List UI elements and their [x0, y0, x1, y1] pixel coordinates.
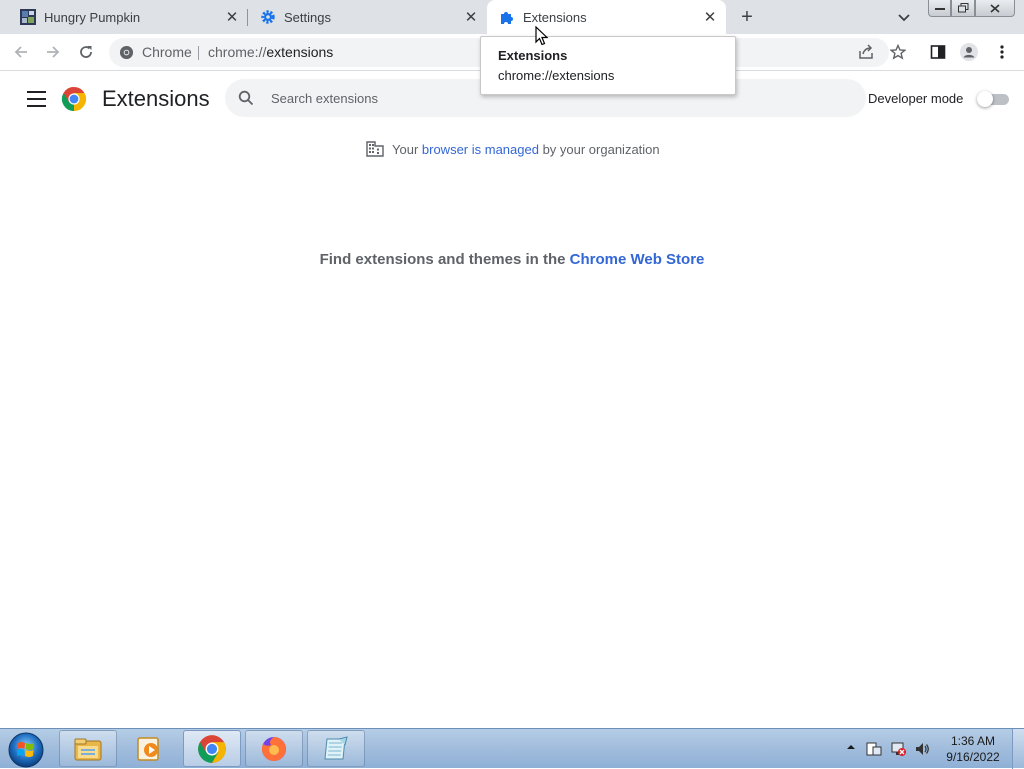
menu-button[interactable]	[993, 43, 1011, 61]
minimize-icon	[934, 8, 945, 10]
managed-suffix: by your organization	[538, 141, 660, 157]
hover-card-title: Extensions	[498, 48, 568, 63]
arrow-right-icon	[47, 46, 60, 58]
file-explorer-icon	[74, 738, 102, 760]
site-label: Chrome	[142, 44, 192, 60]
search-icon	[238, 90, 254, 106]
find-extensions-message: Find extensions and themes in the Chrome…	[0, 251, 1024, 268]
taskbar-media-player[interactable]	[120, 730, 178, 767]
close-icon[interactable]: ✕	[463, 9, 479, 26]
notepad-icon	[324, 735, 348, 759]
arrow-left-icon	[14, 46, 27, 58]
firefox-icon	[261, 736, 286, 761]
hamburger-menu-button[interactable]	[27, 91, 46, 107]
close-icon[interactable]: ✕	[702, 9, 718, 26]
volume-icon[interactable]	[914, 741, 930, 757]
tab-title: Extensions	[523, 10, 587, 25]
share-button[interactable]	[857, 43, 875, 61]
window-controls	[928, 0, 1018, 17]
tab-hungry-pumpkin[interactable]: Hungry Pumpkin ✕	[8, 0, 246, 34]
action-center-icon[interactable]	[866, 741, 882, 757]
start-button[interactable]	[4, 730, 48, 768]
building-icon	[366, 141, 384, 157]
developer-mode-label: Developer mode	[868, 91, 964, 106]
taskbar-notepad[interactable]	[307, 730, 365, 767]
taskbar-chrome[interactable]	[183, 730, 241, 767]
tab-title: Settings	[284, 10, 331, 25]
omnibox-divider	[198, 46, 199, 60]
taskbar-firefox[interactable]	[245, 730, 303, 767]
pumpkin-favicon-icon	[20, 9, 36, 25]
bookmark-button[interactable]	[889, 43, 907, 61]
media-player-icon	[137, 736, 159, 761]
tab-extensions[interactable]: Extensions ✕	[487, 0, 726, 34]
managed-prefix: Your	[392, 141, 422, 157]
chrome-icon	[198, 734, 226, 763]
taskbar-clock[interactable]: 1:36 AM 9/16/2022	[936, 733, 1010, 765]
kebab-menu-icon	[1000, 45, 1004, 59]
reload-icon	[80, 46, 92, 58]
hover-card-url: chrome://extensions	[498, 68, 615, 83]
tab-settings[interactable]: Settings ✕	[248, 0, 486, 34]
profile-button[interactable]	[960, 43, 978, 61]
chevron-down-icon[interactable]	[896, 9, 912, 25]
show-hidden-icons-icon[interactable]	[846, 742, 856, 752]
mouse-cursor-icon	[535, 26, 549, 46]
gear-icon	[261, 10, 275, 24]
url-path: extensions	[266, 44, 334, 60]
tab-strip: Hungry Pumpkin ✕ Settings ✕ Extensions ✕…	[0, 0, 1024, 34]
minimize-button[interactable]	[928, 0, 951, 17]
reload-button[interactable]	[77, 43, 95, 61]
tab-title: Hungry Pumpkin	[44, 10, 141, 25]
clock-date: 9/16/2022	[946, 750, 1000, 764]
chrome-site-icon	[119, 45, 134, 60]
close-icon	[990, 3, 1000, 13]
url-scheme: chrome://	[208, 44, 267, 60]
puzzle-icon	[501, 12, 513, 24]
star-icon	[890, 44, 906, 60]
page-title: Extensions	[102, 86, 210, 111]
restore-button[interactable]	[951, 0, 975, 17]
chrome-logo-icon	[61, 87, 87, 111]
show-desktop-button[interactable]	[1012, 729, 1024, 769]
side-panel-button[interactable]	[929, 43, 947, 61]
system-tray: 1:36 AM 9/16/2022	[840, 729, 1024, 769]
chrome-web-store-link[interactable]: Chrome Web Store	[570, 251, 705, 268]
managed-notice: Your browser is managed by your organiza…	[366, 140, 660, 158]
avatar-icon	[960, 43, 978, 61]
close-icon[interactable]: ✕	[224, 9, 240, 26]
clock-time: 1:36 AM	[950, 734, 996, 748]
side-panel-icon	[930, 45, 946, 59]
tab-hover-card: Extensions chrome://extensions	[480, 36, 736, 95]
toggle-knob	[977, 91, 993, 107]
window-close-button[interactable]	[975, 0, 1015, 17]
forward-button[interactable]	[44, 43, 62, 61]
back-button[interactable]	[12, 43, 30, 61]
network-icon[interactable]	[890, 741, 906, 757]
windows-taskbar: 1:36 AM 9/16/2022	[0, 728, 1024, 769]
restore-icon	[957, 3, 968, 13]
url-text: chrome://extensions	[208, 44, 333, 60]
developer-mode-toggle[interactable]	[977, 91, 1010, 107]
browser-managed-link[interactable]: browser is managed	[422, 142, 539, 157]
share-icon	[859, 44, 873, 59]
find-prefix: Find extensions and themes in the	[319, 251, 570, 268]
taskbar-file-explorer[interactable]	[59, 730, 117, 767]
new-tab-button[interactable]: +	[738, 7, 756, 27]
